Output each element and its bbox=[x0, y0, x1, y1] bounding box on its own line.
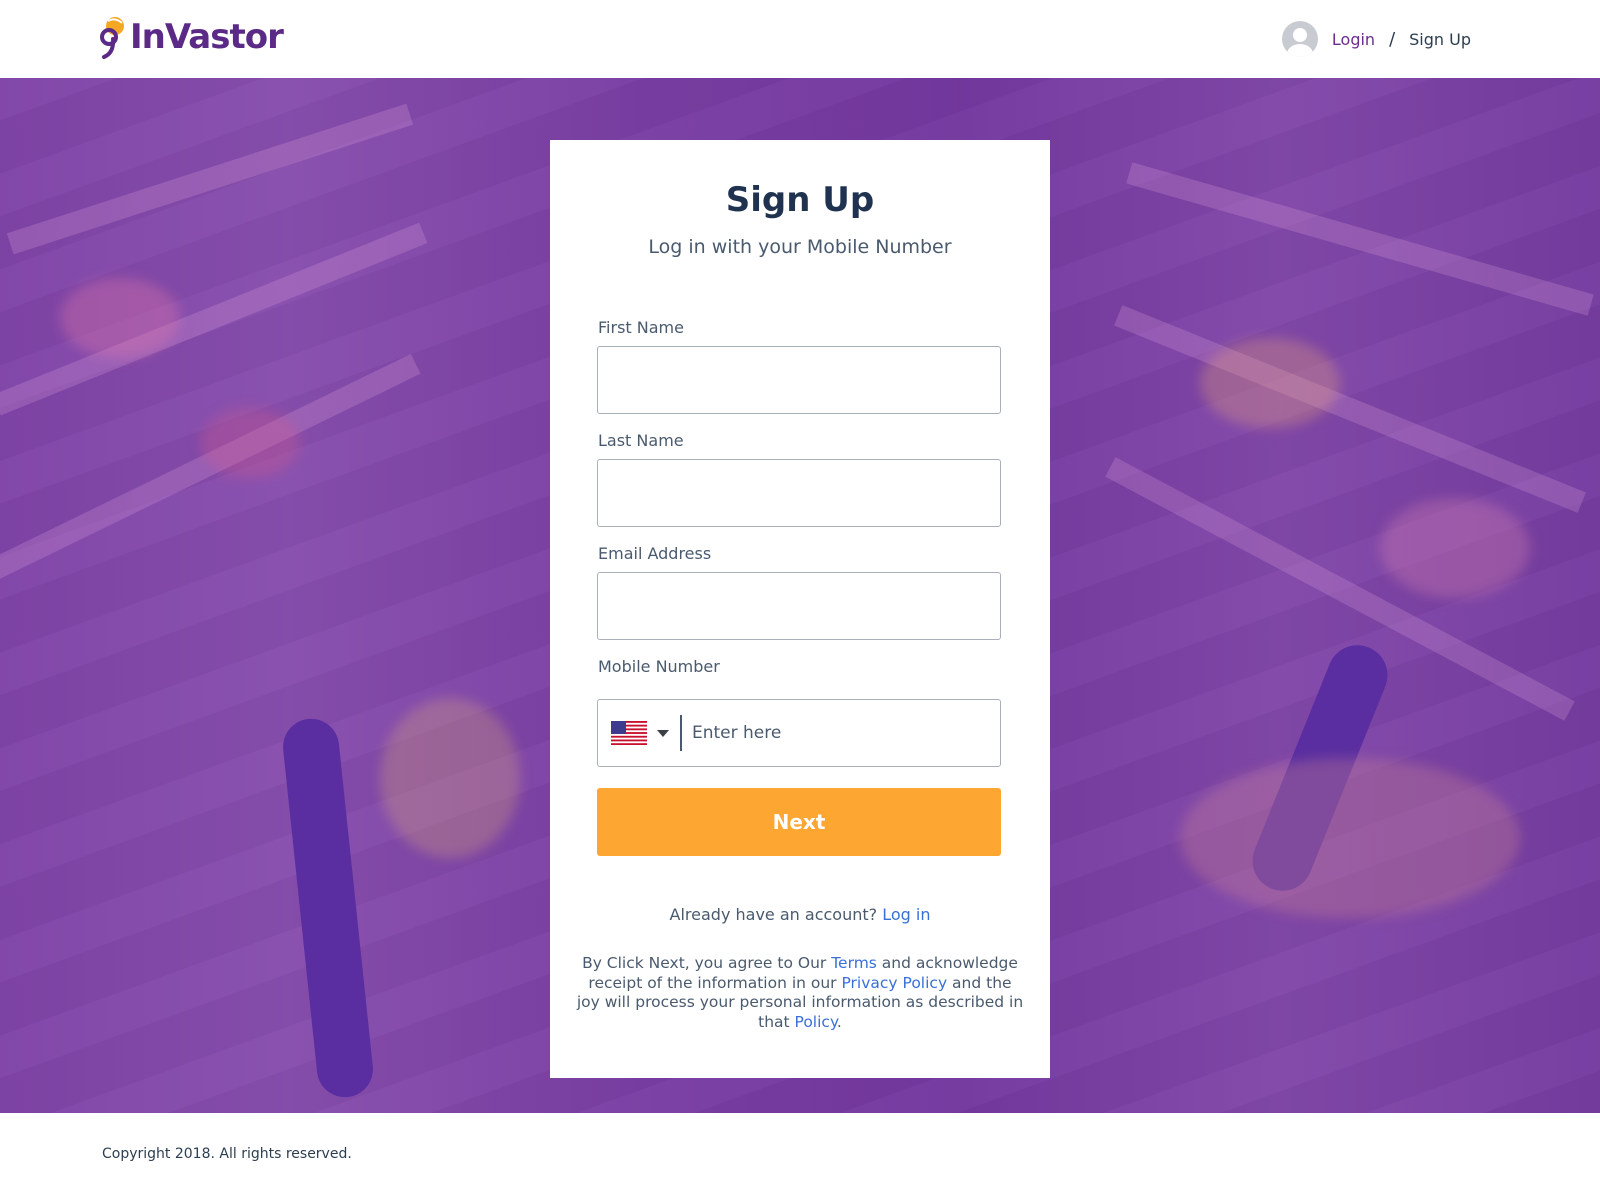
site-header: InVastor Login / Sign Up bbox=[0, 0, 1600, 78]
mobile-number-group bbox=[597, 699, 1001, 767]
copyright-text: Copyright 2018. All rights reserved. bbox=[102, 1146, 352, 1162]
invastor-logo[interactable]: InVastor bbox=[100, 14, 284, 60]
nav-separator: / bbox=[1389, 28, 1396, 50]
legal-text-4: . bbox=[836, 1012, 842, 1031]
terms-link[interactable]: Terms bbox=[831, 954, 877, 972]
email-label: Email Address bbox=[598, 544, 712, 563]
mobile-label: Mobile Number bbox=[598, 657, 720, 676]
site-footer: Copyright 2018. All rights reserved. bbox=[0, 1113, 1600, 1193]
logo-icon bbox=[100, 17, 124, 59]
account-prompt-text: Already have an account? bbox=[669, 905, 878, 924]
next-button[interactable]: Next bbox=[597, 788, 1001, 856]
last-name-label: Last Name bbox=[598, 431, 684, 450]
signup-card: Sign Up Log in with your Mobile Number F… bbox=[550, 140, 1050, 1078]
email-field[interactable] bbox=[597, 572, 1001, 640]
legal-notice: By Click Next, you agree to Our Terms an… bbox=[576, 954, 1024, 1032]
mobile-number-field[interactable] bbox=[682, 700, 1000, 766]
nav-login-link[interactable]: Login bbox=[1332, 30, 1375, 49]
logo-text: InVastor bbox=[130, 17, 284, 57]
chevron-down-icon bbox=[657, 729, 669, 737]
first-name-label: First Name bbox=[598, 318, 684, 337]
legal-text-1: By Click Next, you agree to Our bbox=[582, 954, 832, 972]
header-nav: Login / Sign Up bbox=[1281, 20, 1471, 58]
page-title: Sign Up bbox=[725, 180, 875, 220]
login-link[interactable]: Log in bbox=[882, 905, 930, 924]
last-name-field[interactable] bbox=[597, 459, 1001, 527]
nav-signup-link[interactable]: Sign Up bbox=[1409, 30, 1471, 49]
policy-link[interactable]: Policy bbox=[795, 1013, 837, 1031]
account-prompt: Already have an account? Log in bbox=[550, 905, 1050, 924]
privacy-policy-link[interactable]: Privacy Policy bbox=[841, 974, 947, 992]
page-subtitle: Log in with your Mobile Number bbox=[648, 236, 952, 258]
country-code-select[interactable] bbox=[598, 700, 680, 766]
us-flag-icon bbox=[611, 721, 647, 745]
first-name-field[interactable] bbox=[597, 346, 1001, 414]
user-avatar-icon[interactable] bbox=[1281, 21, 1318, 57]
